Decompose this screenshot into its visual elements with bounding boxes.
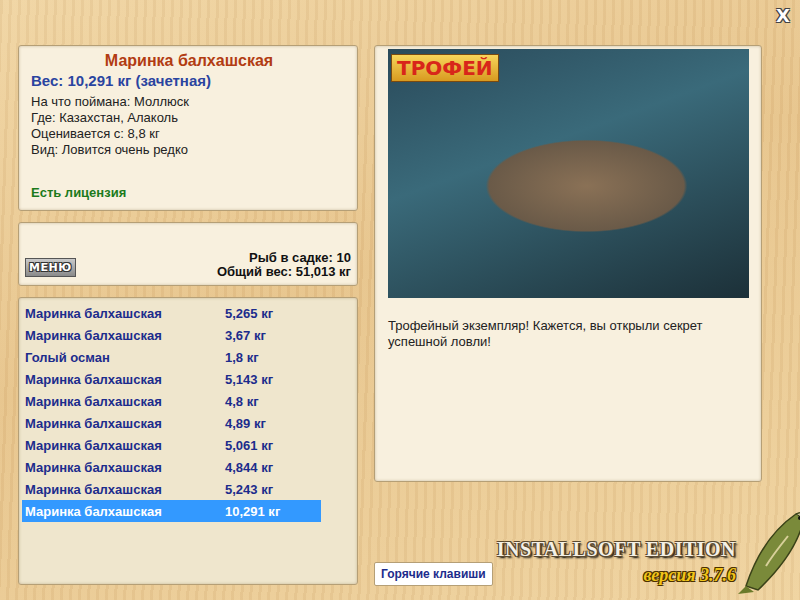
- catch-name: Маринка балхашская: [22, 504, 225, 519]
- close-button[interactable]: X: [776, 6, 790, 26]
- catch-name: Маринка балхашская: [22, 394, 225, 409]
- fish-photo: ТРОФЕЙ: [388, 49, 749, 298]
- fish-detail: На что поймана: Моллюск: [31, 94, 347, 110]
- fish-info-card: Маринка балхашскаяВес: 10,291 кг (зачетн…: [18, 45, 358, 211]
- catch-weight: 5,243 кг: [225, 482, 273, 497]
- brand-logo: INSTALLSOFT EDITION версия 3.7.6: [497, 538, 736, 586]
- catch-row[interactable]: Маринка балхашская5,265 кг: [22, 302, 321, 324]
- catch-name: Маринка балхашская: [22, 482, 225, 497]
- catch-list: Маринка балхашская5,265 кгМаринка балхаш…: [18, 297, 358, 585]
- content: Маринка балхашскаяВес: 10,291 кг (зачетн…: [0, 45, 800, 600]
- catch-row[interactable]: Маринка балхашская4,8 кг: [22, 390, 321, 412]
- keepnet-stats: Рыб в садке: 10Общий вес: 51,013 кг: [217, 251, 351, 279]
- catch-name: Маринка балхашская: [22, 372, 225, 387]
- brand-version: версия 3.7.6: [643, 565, 736, 586]
- catch-name: Маринка балхашская: [22, 416, 225, 431]
- catch-weight: 1,8 кг: [225, 350, 259, 365]
- trophy-panel: ТРОФЕЙ Трофейный экземпляр! Кажется, вы о…: [374, 45, 762, 482]
- trophy-message: Трофейный экземпляр! Кажется, вы открыли…: [388, 318, 749, 350]
- catch-weight: 5,061 кг: [225, 438, 273, 453]
- fish-detail: Вид: Ловится очень редко: [31, 142, 347, 158]
- total-weight: Общий вес: 51,013 кг: [217, 265, 351, 279]
- catch-row[interactable]: Голый осман1,8 кг: [22, 346, 321, 368]
- catch-row[interactable]: Маринка балхашская5,243 кг: [22, 478, 321, 500]
- catch-name: Маринка балхашская: [22, 306, 225, 321]
- license-status: Есть лицензия: [31, 185, 347, 200]
- header: X: [0, 0, 800, 45]
- fish-weight: Вес: 10,291 кг (зачетная): [31, 71, 347, 91]
- catch-row[interactable]: Маринка балхашская3,67 кг: [22, 324, 321, 346]
- brand-title: INSTALLSOFT EDITION: [497, 538, 736, 561]
- catch-row[interactable]: Маринка балхашская4,89 кг: [22, 412, 321, 434]
- catch-row[interactable]: Маринка балхашская10,291 кг: [22, 500, 321, 522]
- menu-button[interactable]: МЕНЮ: [25, 258, 76, 277]
- catch-name: Голый осман: [22, 350, 225, 365]
- right-column: ТРОФЕЙ Трофейный экземпляр! Кажется, вы о…: [374, 45, 791, 600]
- catch-weight: 5,265 кг: [225, 306, 273, 321]
- catch-name: Маринка балхашская: [22, 460, 225, 475]
- catch-screen: XМаринка балхашскаяВес: 10,291 кг (зачет…: [0, 0, 800, 600]
- bottom-area: Горячие клавишиINSTALLSOFT EDITION версия…: [374, 482, 791, 600]
- fish-detail: Оценивается с: 8,8 кг: [31, 126, 347, 142]
- catch-weight: 10,291 кг: [225, 504, 280, 519]
- catch-name: Маринка балхашская: [22, 328, 225, 343]
- catch-name: Маринка балхашская: [22, 438, 225, 453]
- fish-name: Маринка балхашская: [31, 51, 347, 71]
- hotkeys-button[interactable]: Горячие клавиши: [374, 562, 493, 586]
- catch-weight: 4,89 кг: [225, 416, 266, 431]
- catch-row[interactable]: Маринка балхашская5,143 кг: [22, 368, 321, 390]
- fish-count: Рыб в садке: 10: [217, 251, 351, 265]
- catch-row[interactable]: Маринка балхашская4,844 кг: [22, 456, 321, 478]
- catch-weight: 3,67 кг: [225, 328, 266, 343]
- catch-weight: 4,8 кг: [225, 394, 259, 409]
- trophy-badge: ТРОФЕЙ: [391, 54, 499, 82]
- catch-weight: 4,844 кг: [225, 460, 273, 475]
- pike-icon: [736, 506, 800, 596]
- catch-weight: 5,143 кг: [225, 372, 273, 387]
- fish-detail: Где: Казахстан, Алаколь: [31, 110, 347, 126]
- keepnet-card: МЕНЮ Рыб в садке: 10Общий вес: 51,013 кг: [18, 222, 358, 286]
- left-column: Маринка балхашскаяВес: 10,291 кг (зачетн…: [18, 45, 358, 600]
- catch-row[interactable]: Маринка балхашская5,061 кг: [22, 434, 321, 456]
